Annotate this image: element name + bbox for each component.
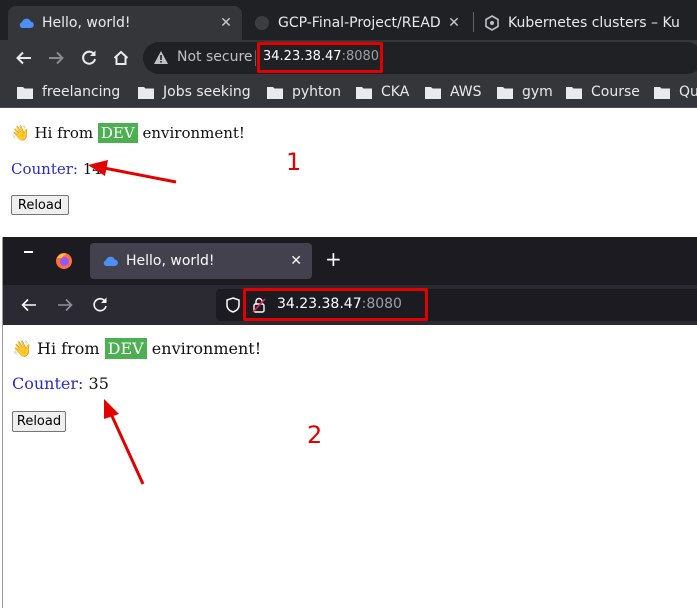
annotation-arrow-1 [88, 160, 177, 184]
annotation-arrow-2 [104, 399, 145, 485]
annotation-arrows [88, 160, 177, 485]
